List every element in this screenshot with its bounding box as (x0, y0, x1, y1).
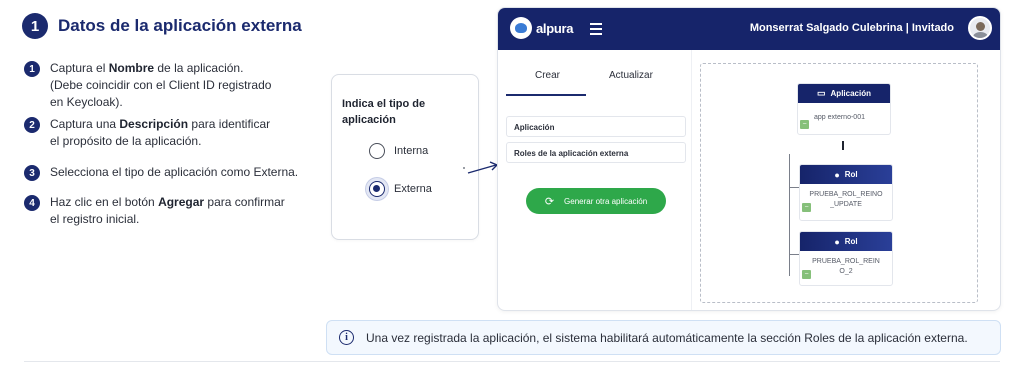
app-type-title: Indica el tipo de aplicación (342, 98, 426, 126)
step-text: en Keycloak). (50, 95, 123, 109)
generate-app-label: Generar otra aplicación (564, 196, 648, 206)
step-bold-text: Nombre (108, 61, 155, 75)
step-3: 3 Selecciona el tipo de aplicación como … (24, 164, 298, 181)
step-number: 1 (24, 61, 40, 77)
divider (24, 361, 1000, 362)
connector (789, 187, 799, 188)
step-text: (Debe coincidir con el Client ID registr… (50, 78, 272, 92)
active-tab-indicator (506, 94, 586, 96)
step-1: 1 Captura el Nombre de la aplicación. (D… (24, 60, 271, 111)
step-bold-text: Agregar (158, 195, 205, 209)
role-node[interactable]: ● Rol PRUEBA_ROL_REINO _UPDATE − (799, 164, 893, 221)
radio-button-selected[interactable] (369, 181, 385, 197)
user-icon: ● (834, 236, 840, 247)
tab-crear[interactable]: Crear (535, 70, 560, 81)
info-text: Una vez registrada la aplicación, el sis… (366, 330, 968, 345)
node-value: PRUEBA_ROL_REINO _UPDATE (809, 191, 883, 208)
radio-label: Interna (394, 145, 429, 157)
radio-button[interactable] (369, 143, 385, 159)
connector (789, 154, 790, 276)
step-number: 3 (24, 165, 40, 181)
field-roles[interactable]: Roles de la aplicación externa (506, 142, 686, 163)
app-type-card: Indica el tipo de aplicación Interna Ext… (331, 74, 479, 240)
radio-option-externa[interactable]: Externa (369, 181, 432, 197)
app-diagram: ▭ Aplicación app externo-001 − ● Rol PRU… (700, 63, 978, 303)
tab-actualizar[interactable]: Actualizar (609, 70, 653, 81)
step-text: para confirmar (204, 195, 285, 209)
monitor-icon: ▭ (817, 88, 826, 98)
step-text: de la aplicación. (154, 61, 244, 75)
app-topbar: alpura Monserrat Salgado Culebrina | Inv… (498, 8, 1000, 50)
user-icon: ● (834, 169, 840, 180)
hamburger-menu-icon[interactable] (590, 23, 602, 38)
node-title: Rol (844, 237, 858, 246)
app-node[interactable]: ▭ Aplicación app externo-001 − (797, 83, 891, 135)
generate-app-button[interactable]: ⟳ Generar otra aplicación (526, 188, 666, 214)
tabs: Crear Actualizar (506, 60, 686, 96)
info-banner: i Una vez registrada la aplicación, el s… (326, 320, 1001, 355)
connector (842, 141, 844, 150)
step-number: 4 (24, 195, 40, 211)
step-text: para identificar (188, 117, 271, 131)
logo-mark-icon (510, 17, 532, 39)
node-value: app externo-001 (814, 114, 865, 121)
collapse-icon[interactable]: − (802, 270, 811, 279)
section-header: 1 Datos de la aplicación externa (22, 13, 302, 39)
step-text: el registro inicial. (50, 212, 140, 226)
node-title: Rol (844, 170, 858, 179)
user-name: Monserrat Salgado Culebrina | Invitado (749, 22, 954, 34)
node-title: Aplicación (830, 89, 871, 98)
section-number-badge: 1 (22, 13, 48, 39)
app-window: alpura Monserrat Salgado Culebrina | Inv… (497, 7, 1001, 311)
step-number: 2 (24, 117, 40, 133)
node-header: ● Rol (800, 232, 892, 251)
pointer-arrow-icon (463, 161, 499, 174)
step-2: 2 Captura una Descripción para identific… (24, 116, 270, 150)
info-icon: i (339, 330, 354, 345)
collapse-icon[interactable]: − (802, 203, 811, 212)
step-text: Selecciona el tipo de aplicación como Ex… (50, 165, 299, 179)
section-title: Datos de la aplicación externa (58, 16, 302, 35)
node-value: PRUEBA_ROL_REIN O_2 (812, 258, 880, 275)
step-text: el propósito de la aplicación. (50, 134, 202, 148)
logo-text: alpura (536, 20, 574, 36)
refresh-icon: ⟳ (544, 195, 555, 208)
node-header: ▭ Aplicación (798, 84, 890, 103)
step-4: 4 Haz clic en el botón Agregar para conf… (24, 194, 285, 228)
step-text: Captura el (50, 61, 109, 75)
avatar[interactable] (968, 16, 992, 40)
field-aplicacion[interactable]: Aplicación (506, 116, 686, 137)
role-node[interactable]: ● Rol PRUEBA_ROL_REIN O_2 − (799, 231, 893, 286)
divider (691, 50, 692, 310)
node-header: ● Rol (800, 165, 892, 184)
step-text: Captura una (50, 117, 120, 131)
step-text: Haz clic en el botón (50, 195, 159, 209)
connector (789, 254, 799, 255)
radio-option-interna[interactable]: Interna (369, 143, 428, 159)
step-bold-text: Descripción (119, 117, 189, 131)
brand-logo[interactable]: alpura (510, 17, 574, 39)
collapse-icon[interactable]: − (800, 120, 809, 129)
radio-label: Externa (394, 183, 432, 195)
